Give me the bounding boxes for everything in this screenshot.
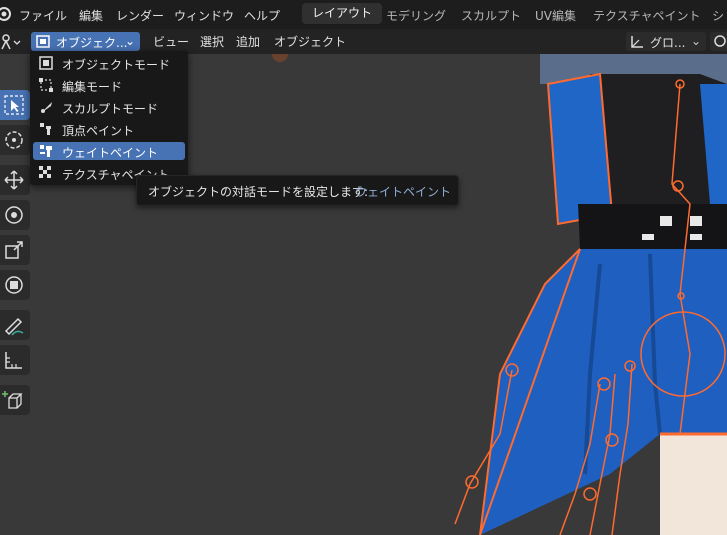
collar-marks	[690, 234, 702, 240]
pivot-icon	[714, 35, 726, 47]
orientation-label: グロ...	[650, 36, 686, 50]
menu-item-label: オブジェクトモード	[62, 58, 171, 72]
tab-texture-paint[interactable]: テクスチャペイント	[593, 7, 701, 24]
mode-dropdown-label: オブジェク...	[56, 36, 128, 50]
annotate-pencil-icon	[4, 317, 24, 336]
blender-logo-icon[interactable]	[0, 6, 12, 22]
add-cube-icon	[2, 391, 23, 409]
tool-measure[interactable]	[0, 345, 30, 375]
tool-scale[interactable]	[0, 235, 30, 265]
rotate-icon	[5, 206, 23, 224]
top-bar: ファイル 編集 レンダー ウィンドウ ヘルプ レイアウト モデリング スカルプト…	[0, 0, 727, 29]
object-mode-icon	[36, 35, 50, 48]
menu-item-weight-paint[interactable]: ウェイトペイント	[33, 142, 185, 160]
transform-icon	[5, 276, 23, 294]
menu-edit[interactable]: 編集	[79, 7, 103, 24]
chevron-down-icon: ⌄	[690, 34, 701, 48]
menu-item-label: ウェイトペイント	[62, 146, 159, 160]
tab-uv-editing[interactable]: UV編集	[535, 7, 576, 24]
menu-item-object-mode[interactable]: オブジェクトモード	[33, 54, 185, 72]
tab-modeling[interactable]: モデリング	[386, 7, 446, 24]
weight-paint-icon	[40, 145, 52, 157]
tool-add-cube[interactable]	[0, 385, 30, 415]
menu-add[interactable]: 追加	[236, 33, 260, 50]
tooltip-value: ウェイトペイント	[355, 185, 452, 199]
menu-item-sculpt-mode[interactable]: スカルプトモード	[33, 98, 185, 116]
menu-item-label: 編集モード	[62, 80, 123, 94]
menu-help[interactable]: ヘルプ	[244, 7, 280, 24]
tab-sculpt[interactable]: スカルプト	[461, 7, 521, 24]
sculpt-brush-icon	[41, 102, 52, 113]
texture-paint-checker-icon	[39, 166, 51, 178]
object-mode-icon	[39, 56, 53, 70]
vertex-paint-icon	[40, 123, 51, 135]
menu-file[interactable]: ファイル	[19, 7, 67, 24]
character-hem	[660, 434, 727, 535]
interaction-mode-dropdown[interactable]: オブジェク... ⌄	[31, 32, 140, 51]
menu-object[interactable]: オブジェクト	[274, 33, 346, 50]
tool-transform[interactable]	[0, 270, 30, 300]
cursor-icon	[5, 131, 23, 149]
menu-select[interactable]: 選択	[200, 33, 224, 50]
tool-select-box[interactable]	[0, 90, 30, 120]
move-icon	[4, 170, 24, 190]
menu-view[interactable]: ビュー	[153, 33, 189, 50]
measure-ruler-icon	[5, 352, 22, 369]
tab-shading-truncated[interactable]: シ	[712, 7, 724, 24]
collar-marks	[690, 216, 702, 226]
edit-mode-icon	[39, 78, 53, 92]
armature-joint	[272, 54, 288, 62]
editor-type-icon[interactable]	[0, 33, 22, 51]
menu-item-label: 頂点ペイント	[62, 124, 135, 138]
pivot-point-button[interactable]	[710, 32, 727, 51]
collar-marks	[660, 216, 672, 226]
tab-layout[interactable]: レイアウト	[302, 3, 383, 24]
select-box-icon	[4, 95, 24, 115]
orientation-axes-icon	[631, 36, 643, 48]
tool-move[interactable]	[0, 165, 30, 195]
menu-item-label: スカルプトモード	[62, 102, 159, 116]
collar-marks	[642, 234, 654, 240]
tool-annotate[interactable]	[0, 310, 30, 340]
interaction-mode-menu: オブジェクトモード 編集モード スカルプトモード 頂点ペイント ウェイトペイント…	[30, 51, 188, 185]
tool-cursor[interactable]	[0, 125, 30, 155]
scale-icon	[5, 241, 23, 259]
menu-item-vertex-paint[interactable]: 頂点ペイント	[33, 120, 185, 138]
chevron-down-icon: ⌄	[124, 34, 135, 48]
armature-joint	[583, 487, 597, 501]
tooltip-text: オブジェクトの対話モードを設定します:	[148, 185, 369, 199]
menu-window[interactable]: ウィンドウ	[174, 7, 234, 24]
menu-item-edit-mode[interactable]: 編集モード	[33, 76, 185, 94]
character-collar-band	[578, 204, 727, 249]
tooltip: オブジェクトの対話モードを設定します: ウェイトペイント	[136, 175, 459, 206]
tool-shelf	[0, 54, 34, 535]
menu-render[interactable]: レンダー	[116, 7, 164, 24]
tool-rotate[interactable]	[0, 200, 30, 230]
transform-orientation-dropdown[interactable]: グロ... ⌄	[626, 32, 706, 51]
